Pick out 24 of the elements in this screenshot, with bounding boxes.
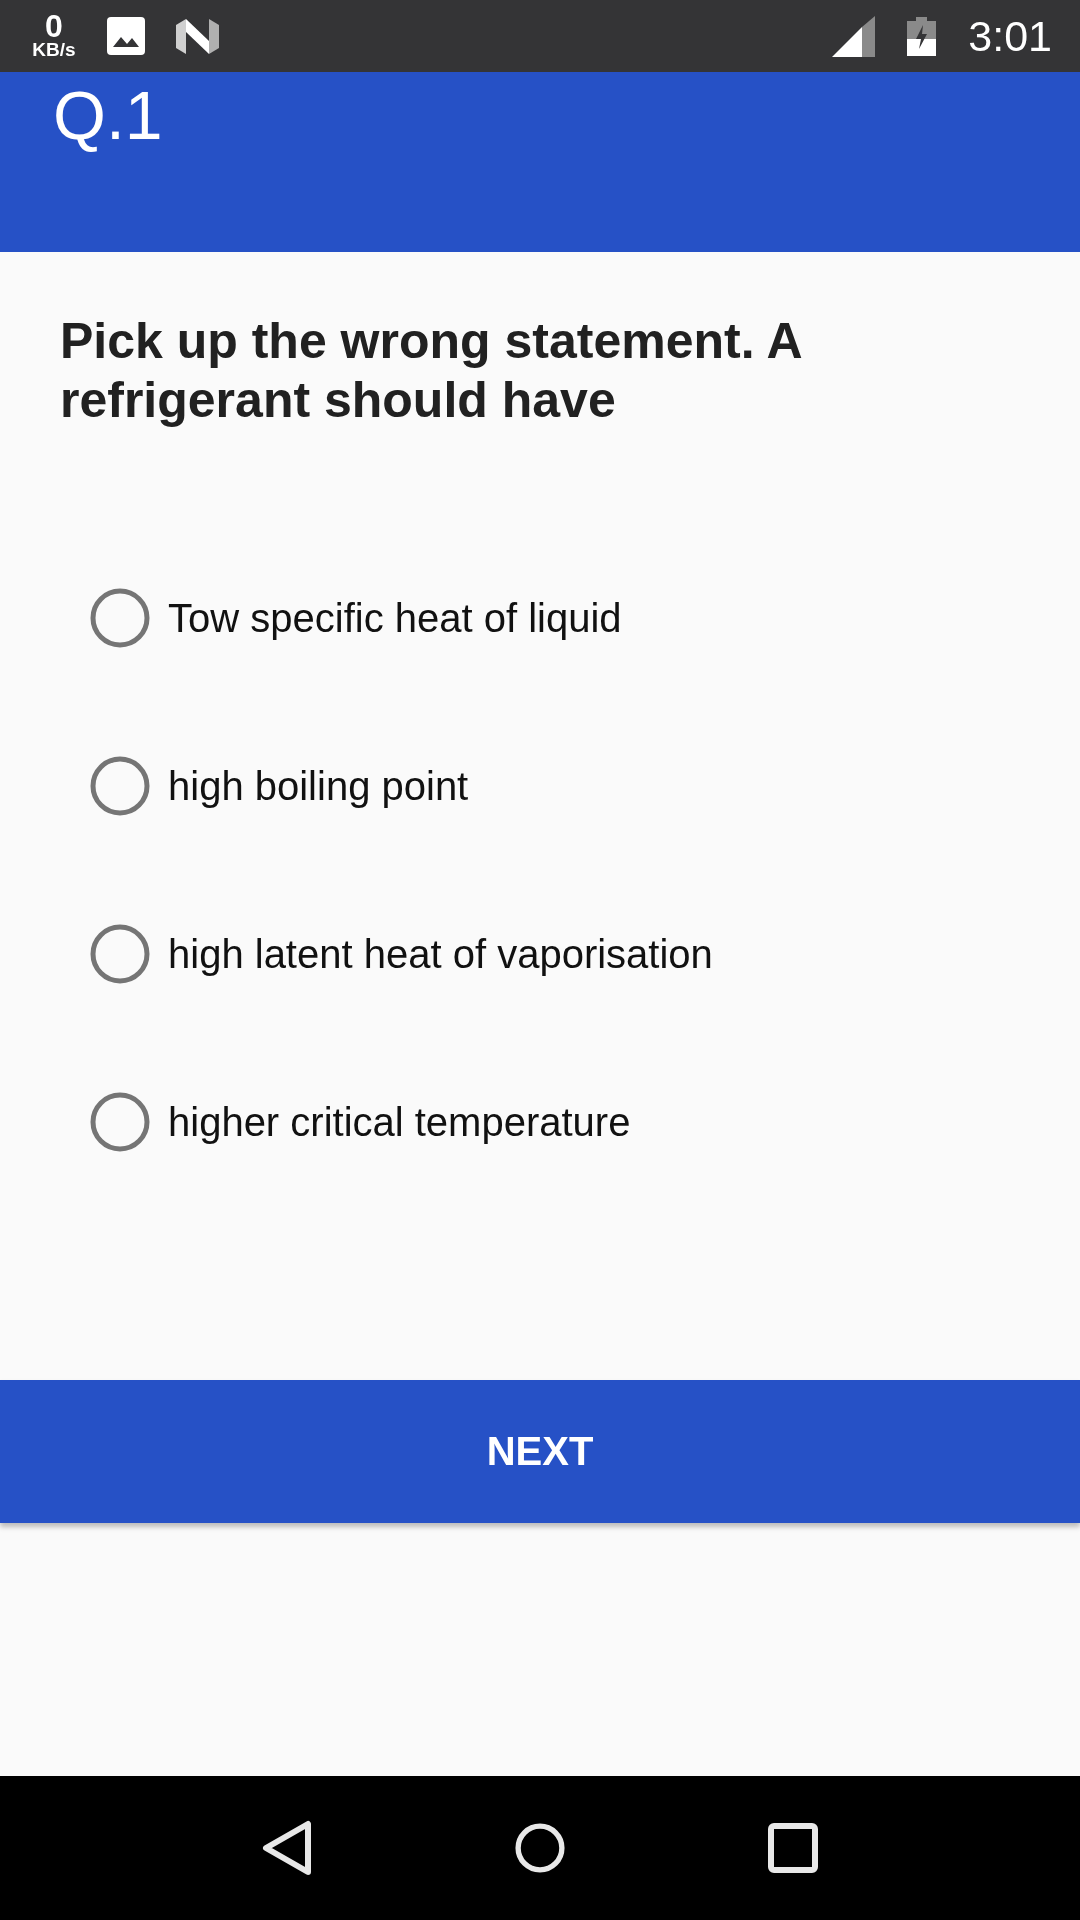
radio-button[interactable] xyxy=(90,924,150,984)
signal-icon xyxy=(832,15,876,57)
question-text: Pick up the wrong statement. A refrigerant should have xyxy=(60,312,802,430)
answer-option[interactable]: higher critical temperature xyxy=(0,1038,1080,1206)
recents-icon[interactable] xyxy=(768,1823,819,1873)
back-icon[interactable] xyxy=(261,1820,312,1876)
network-speed-unit: KB/s xyxy=(32,40,76,60)
clock-time: 3:01 xyxy=(968,14,1052,58)
image-icon xyxy=(107,17,145,55)
option-label: Tow specific heat of liquid xyxy=(168,595,622,641)
home-icon[interactable] xyxy=(515,1820,565,1876)
answer-option[interactable]: high latent heat of vaporisation xyxy=(0,870,1080,1038)
battery-charging-icon xyxy=(907,16,937,56)
n-shape-icon xyxy=(176,18,219,54)
option-label: high latent heat of vaporisation xyxy=(168,931,713,977)
next-button[interactable]: NEXT xyxy=(0,1380,1080,1523)
radio-button[interactable] xyxy=(90,1092,150,1152)
answer-option[interactable]: high boiling point xyxy=(0,702,1080,870)
option-label: higher critical temperature xyxy=(168,1099,631,1145)
radio-button[interactable] xyxy=(90,588,150,648)
answer-option[interactable]: Tow specific heat of liquid xyxy=(0,534,1080,702)
radio-button[interactable] xyxy=(90,756,150,816)
network-speed: 0 xyxy=(45,12,63,40)
option-label: high boiling point xyxy=(168,763,469,809)
